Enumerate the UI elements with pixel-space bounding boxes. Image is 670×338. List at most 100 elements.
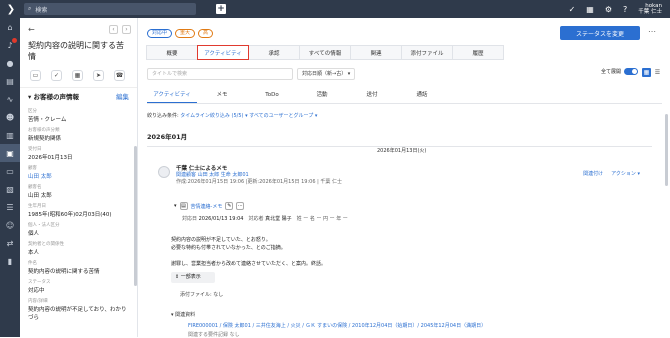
field-item: 件名契約内容の説明に関する苦情 bbox=[20, 260, 137, 275]
section-title[interactable]: ▾ お客様の声情報 bbox=[28, 91, 79, 101]
chart-icon[interactable]: ▮ bbox=[0, 252, 20, 270]
field-key: 内容/詳細 bbox=[28, 299, 48, 304]
attachments: 添付ファイル: なし bbox=[180, 292, 224, 298]
search-icon: ⌕ bbox=[28, 5, 32, 12]
note-line bbox=[171, 252, 326, 260]
tab-item[interactable]: 履歴 bbox=[452, 45, 504, 60]
status-badge: 高 bbox=[198, 29, 214, 38]
add-button[interactable]: + bbox=[216, 4, 226, 14]
back-icon[interactable]: ← bbox=[28, 25, 35, 34]
subtab-item[interactable]: メモ bbox=[197, 88, 247, 103]
user-filter[interactable]: すべてのユーザーとグループ ▾ bbox=[249, 113, 317, 119]
send-icon[interactable]: ➤ bbox=[93, 70, 104, 81]
field-value[interactable]: 山田 太郎 bbox=[28, 172, 129, 180]
field-item: ステータス 対応中 bbox=[20, 279, 137, 294]
comment-icon[interactable]: ▭ bbox=[30, 70, 41, 81]
note-icon[interactable]: ▧ bbox=[0, 180, 20, 198]
field-item: 内容/詳細契約内容の説明が不足しており、わかりづら bbox=[20, 298, 137, 321]
help-icon[interactable]: ? bbox=[623, 5, 627, 14]
field-key: 区分 bbox=[28, 109, 37, 114]
trend-icon[interactable]: ∿ bbox=[0, 90, 20, 108]
field-value: 対応中 bbox=[28, 288, 45, 294]
home-icon[interactable]: ⌂ bbox=[0, 18, 20, 36]
subtab-item[interactable]: 活動 bbox=[297, 88, 347, 103]
status-badge: 重大 bbox=[175, 29, 196, 38]
change-status-button[interactable]: ステータスを変更 bbox=[560, 26, 640, 40]
toggle-switch[interactable] bbox=[624, 68, 638, 75]
user-menu[interactable]: hokan 千葉 仁士 bbox=[638, 3, 662, 15]
list-icon[interactable]: ☰ bbox=[0, 198, 20, 216]
edit-button[interactable]: 編集 bbox=[116, 91, 129, 101]
field-key: 顧客名 bbox=[28, 185, 42, 190]
tab-item[interactable]: 承認 bbox=[248, 45, 300, 60]
sidebar: ⌂ ♪ ● ▤ ∿ ☻ ▥ ▣ ▭ ▧ ☰ ☺ ⇄ ▮ bbox=[0, 18, 20, 337]
gear-icon[interactable]: ⚙ bbox=[605, 5, 612, 14]
link-button[interactable]: 関連付け bbox=[583, 170, 603, 177]
group-icon[interactable]: ☺ bbox=[0, 216, 20, 234]
record-label[interactable]: 苦情連絡-メモ bbox=[191, 203, 223, 210]
main-scrollbar[interactable] bbox=[665, 114, 668, 186]
collapse-icon[interactable]: ▾ bbox=[174, 203, 177, 209]
prev-icon[interactable]: ‹ bbox=[109, 25, 118, 34]
month-heading: 2026年01月 bbox=[147, 133, 188, 141]
field-key: 個人・法人区分 bbox=[28, 223, 60, 228]
document-icon[interactable]: ▤ bbox=[0, 72, 20, 90]
subtab-item[interactable]: 送付 bbox=[347, 88, 397, 103]
tab-item[interactable]: 添付ファイル bbox=[401, 45, 453, 60]
field-value: 新規契約関係 bbox=[28, 136, 62, 142]
subtab-item[interactable]: アクティビティ bbox=[147, 88, 197, 103]
subtab-item[interactable]: ToDo bbox=[247, 88, 297, 103]
sort-select[interactable]: 対応日順（新→古） ▾ bbox=[297, 68, 355, 80]
activity-subtabs: アクティビティ メモ ToDo 活動 送付 通話 bbox=[147, 88, 662, 104]
check-action-icon[interactable]: ✓ bbox=[51, 70, 62, 81]
more-icon[interactable]: ⋯ bbox=[648, 27, 656, 36]
tab-item[interactable]: 関連 bbox=[350, 45, 402, 60]
top-bar: ❯ ⌕ 検索 + ✓ ▦ ⚙ ? hokan 千葉 仁士 bbox=[0, 0, 670, 18]
flow-icon[interactable]: ⇄ bbox=[0, 234, 20, 252]
subtab-item[interactable]: 通話 bbox=[397, 88, 447, 103]
notification-badge bbox=[12, 38, 17, 43]
people-icon[interactable]: ☻ bbox=[0, 108, 20, 126]
search-input[interactable]: ⌕ 検索 bbox=[24, 3, 196, 15]
title-search-input[interactable]: タイトルで検索 bbox=[147, 68, 293, 80]
field-key: 顧客 bbox=[28, 166, 37, 171]
calendar-icon[interactable]: ▦ bbox=[586, 5, 594, 14]
field-item: 顧客名 山田 太郎 bbox=[20, 184, 137, 199]
date-label: 2026年01月13日(火) bbox=[373, 147, 431, 154]
grid-view-icon[interactable]: ▦ bbox=[642, 68, 651, 77]
tab-item[interactable]: すべての情報 bbox=[299, 45, 351, 60]
chat-icon[interactable]: ▣ bbox=[0, 144, 20, 162]
logo-icon[interactable]: ❯ bbox=[0, 0, 22, 18]
card-related-customer[interactable]: 関連顧客 山田 太郎 生命 太郎01 bbox=[176, 171, 249, 178]
expand-all-toggle[interactable]: 全て展開 bbox=[601, 68, 638, 75]
note-line: 契約内容の説明が不足していた、とお怒り。 bbox=[171, 237, 271, 243]
record-panel: ← ‹ › 契約内容の説明に関する苦情 ▭ ✓ ▦ ➤ ☎ ▾ お客様の声情報 編集… bbox=[20, 18, 138, 337]
field-key: 件名 bbox=[28, 261, 37, 266]
record-title: 契約内容の説明に関する苦情 bbox=[28, 41, 124, 61]
timeline-filter[interactable]: タイムライン絞り込み (5/5) ▾ bbox=[180, 113, 247, 119]
folder-icon[interactable]: ▭ bbox=[0, 162, 20, 180]
person-icon[interactable]: ● bbox=[0, 54, 20, 72]
phone-icon[interactable]: ☎ bbox=[114, 70, 125, 81]
check-icon[interactable]: ✓ bbox=[569, 5, 576, 14]
avatar bbox=[158, 166, 170, 178]
tab-item[interactable]: アクティビティ bbox=[197, 45, 249, 60]
more-options-icon[interactable]: ⋯ bbox=[236, 202, 245, 210]
field-key: お客様の声分類 bbox=[28, 128, 60, 133]
tab-item[interactable]: 概要 bbox=[146, 45, 198, 60]
related-docs-toggle[interactable]: ▾ 関連資料 bbox=[171, 311, 195, 318]
edit-icon[interactable]: ✎ bbox=[225, 202, 234, 210]
field-key: 受付日 bbox=[28, 147, 42, 152]
show-partial-button[interactable]: ⇕ 一部表示 bbox=[171, 272, 215, 283]
bell-icon[interactable]: ♪ bbox=[0, 36, 20, 54]
panel-scrollbar[interactable] bbox=[134, 146, 137, 286]
field-value: 契約内容の説明に関する苦情 bbox=[28, 269, 100, 275]
field-value: 契約内容の説明が不足しており、わかりづら bbox=[28, 307, 127, 321]
field-item: 受付日 2026年01月13日 bbox=[20, 146, 137, 161]
list-view-icon[interactable]: ☰ bbox=[653, 68, 662, 77]
next-icon[interactable]: › bbox=[122, 25, 131, 34]
building-icon[interactable]: ▥ bbox=[0, 126, 20, 144]
calendar-action-icon[interactable]: ▦ bbox=[72, 70, 83, 81]
action-menu[interactable]: アクション ▾ bbox=[611, 170, 640, 177]
related-doc-link[interactable]: FIRE000001 / 保険 太郎01 / 三井住友海上 / 火災 / ＧＫ … bbox=[188, 322, 486, 329]
